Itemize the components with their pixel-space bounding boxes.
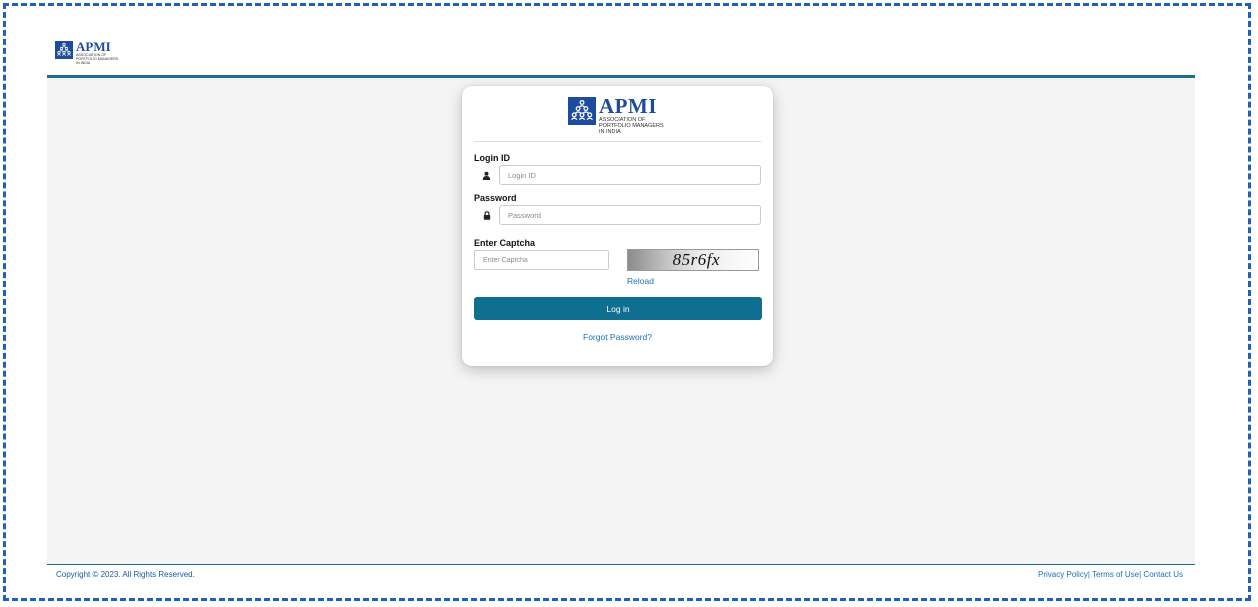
apmi-logo-icon [568, 96, 596, 131]
password-label: Password [474, 193, 517, 203]
apmi-logo-icon [55, 41, 73, 64]
captcha-label: Enter Captcha [474, 238, 536, 248]
brand-name: APMI [76, 39, 111, 54]
login-button[interactable]: Log in [474, 297, 762, 320]
password-group [474, 205, 761, 225]
header-logo[interactable]: APMI ASSOCIATION OF PORTFOLIO MANAGERS I… [55, 40, 118, 65]
card-brand-subtitle-line-3: IN INDIA [599, 129, 621, 135]
login-id-label: Login ID [474, 153, 510, 163]
login-id-input[interactable] [499, 165, 761, 185]
footer: Copyright © 2023. All Rights Reserved. P… [47, 564, 1195, 586]
captcha-image: 85r6fx [627, 249, 759, 271]
copyright-text: Copyright © 2023. All Rights Reserved. [56, 570, 195, 579]
terms-of-use-link[interactable]: Terms of Use [1092, 570, 1139, 579]
card-divider [474, 141, 761, 142]
header-bar: APMI ASSOCIATION OF PORTFOLIO MANAGERS I… [47, 35, 1195, 78]
main-content: APMI ASSOCIATION OF PORTFOLIO MANAGERS I… [47, 78, 1195, 564]
lock-icon [474, 205, 499, 225]
captcha-text: 85r6fx [672, 250, 720, 269]
captcha-input[interactable] [474, 250, 609, 270]
contact-us-link[interactable]: Contact Us [1143, 570, 1183, 579]
forgot-password-link[interactable]: Forgot Password? [462, 332, 773, 342]
login-id-group [474, 165, 761, 185]
user-icon [474, 165, 499, 185]
footer-links: Privacy Policy| Terms of Use| Contact Us [1038, 570, 1183, 579]
reload-captcha-link[interactable]: Reload [627, 276, 657, 286]
footer-separator: | [1087, 570, 1090, 579]
card-logo: APMI ASSOCIATION OF PORTFOLIO MANAGERS I… [568, 96, 664, 135]
app-window: APMI ASSOCIATION OF PORTFOLIO MANAGERS I… [47, 35, 1195, 586]
privacy-policy-link[interactable]: Privacy Policy [1038, 570, 1088, 579]
card-brand-name: APMI [599, 94, 657, 118]
login-card: APMI ASSOCIATION OF PORTFOLIO MANAGERS I… [462, 86, 773, 366]
footer-separator: | [1139, 570, 1142, 579]
brand-subtitle-line-3: IN INDIA [76, 61, 91, 65]
password-input[interactable] [499, 205, 761, 225]
